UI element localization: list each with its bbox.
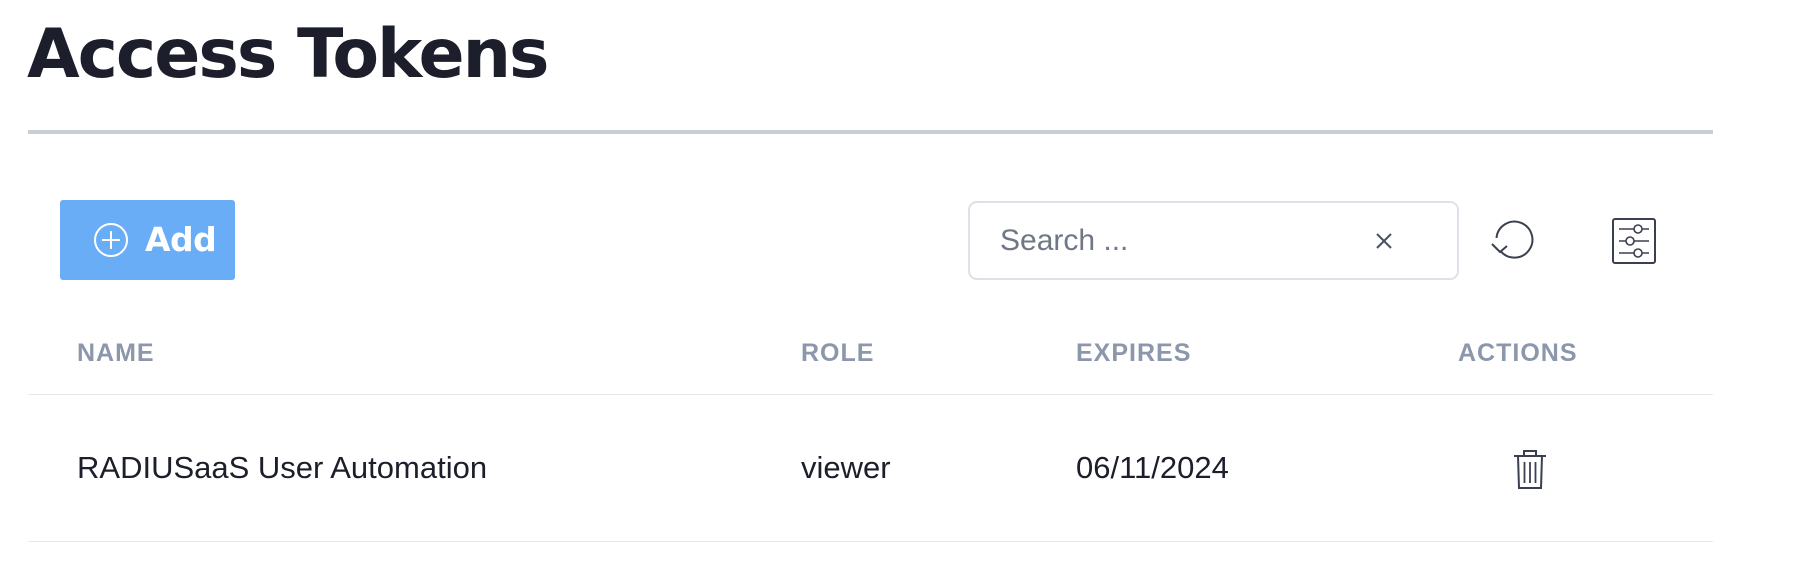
token-name-cell: RADIUSaaS User Automation (77, 450, 488, 485)
row-divider (28, 541, 1713, 542)
column-header-expires[interactable]: EXPIRES (1076, 338, 1191, 368)
trash-icon[interactable] (1511, 448, 1549, 490)
header-divider (28, 394, 1713, 395)
plus-circle-icon (93, 222, 129, 258)
search-box (968, 201, 1459, 280)
page-title: Access Tokens (27, 15, 549, 94)
column-header-role[interactable]: ROLE (801, 338, 874, 368)
column-header-name[interactable]: NAME (77, 338, 155, 368)
add-token-button[interactable]: Add (60, 200, 235, 280)
title-divider (28, 130, 1713, 134)
column-header-actions: ACTIONS (1458, 339, 1578, 367)
token-expires-cell: 06/11/2024 (1076, 450, 1229, 485)
refresh-icon[interactable] (1488, 218, 1536, 266)
close-icon[interactable] (1370, 227, 1398, 255)
search-input[interactable] (1000, 213, 1380, 268)
add-button-label: Add (145, 220, 217, 259)
filter-settings-icon[interactable] (1612, 218, 1656, 264)
token-role-cell: viewer (801, 450, 891, 485)
